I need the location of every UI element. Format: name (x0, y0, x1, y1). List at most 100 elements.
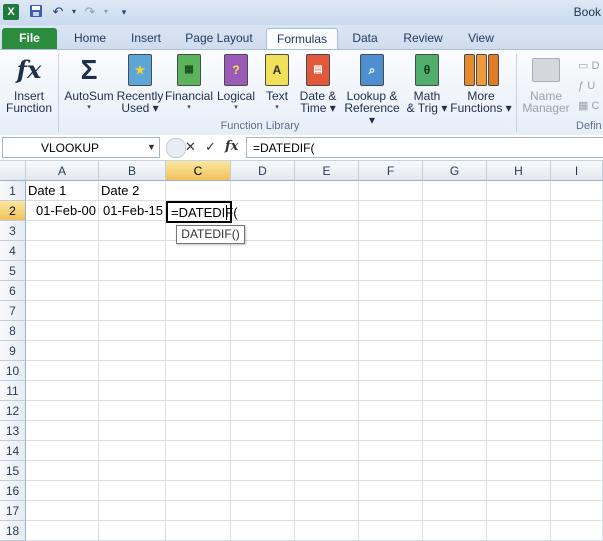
grid-cell[interactable] (295, 181, 359, 201)
row-header-5[interactable]: 5 (0, 261, 26, 281)
grid-cell[interactable] (487, 381, 551, 401)
grid-cell[interactable] (99, 521, 166, 541)
grid-cell[interactable] (551, 281, 603, 301)
redo-dropdown-icon[interactable]: ▾ (98, 4, 114, 20)
tab-data[interactable]: Data (344, 28, 386, 49)
tab-view[interactable]: View (458, 28, 504, 49)
row-header-3[interactable]: 3 (0, 221, 26, 241)
active-cell-c2[interactable]: =DATEDIF( (166, 201, 238, 223)
grid-cell[interactable] (231, 421, 295, 441)
grid-cell[interactable] (231, 261, 295, 281)
grid-cell[interactable] (231, 481, 295, 501)
column-header-h[interactable]: H (487, 161, 551, 181)
grid-cell[interactable] (99, 481, 166, 501)
grid-cell[interactable] (359, 281, 423, 301)
grid-cell[interactable] (26, 481, 99, 501)
grid-cell[interactable] (295, 261, 359, 281)
grid-cell[interactable] (423, 241, 487, 261)
grid-cell[interactable] (166, 321, 231, 341)
row-header-16[interactable]: 16 (0, 481, 26, 501)
row-header-14[interactable]: 14 (0, 441, 26, 461)
grid-cell[interactable] (26, 401, 99, 421)
grid-cell[interactable] (99, 421, 166, 441)
grid-cell[interactable] (551, 341, 603, 361)
grid-cell[interactable] (359, 341, 423, 361)
grid-cell[interactable] (423, 201, 487, 221)
grid-cell[interactable] (423, 481, 487, 501)
grid-cell[interactable] (99, 381, 166, 401)
row-header-4[interactable]: 4 (0, 241, 26, 261)
row-header-15[interactable]: 15 (0, 461, 26, 481)
logical-button[interactable]: ? Logical ▾ (214, 54, 258, 114)
grid-cell[interactable] (487, 241, 551, 261)
grid-cell[interactable] (295, 521, 359, 541)
grid-cell[interactable] (99, 401, 166, 421)
insert-function-icon[interactable]: fx (225, 139, 238, 154)
grid-cell[interactable] (295, 441, 359, 461)
grid-cell[interactable] (423, 221, 487, 241)
grid-cell[interactable] (99, 361, 166, 381)
grid-cell[interactable] (295, 201, 359, 221)
grid-cell[interactable] (359, 321, 423, 341)
grid-cell[interactable] (231, 501, 295, 521)
grid-cell[interactable] (295, 241, 359, 261)
grid-cell[interactable] (99, 301, 166, 321)
select-all-corner[interactable] (0, 161, 26, 181)
grid-cell[interactable] (26, 441, 99, 461)
cell-a1[interactable]: Date 1 (26, 181, 99, 201)
cell-b2[interactable]: 01-Feb-15 (99, 201, 166, 221)
grid-cell[interactable] (487, 361, 551, 381)
column-header-e[interactable]: E (295, 161, 359, 181)
grid-cell[interactable] (26, 421, 99, 441)
grid-cell[interactable] (295, 501, 359, 521)
grid-cell[interactable] (166, 281, 231, 301)
cell-b1[interactable]: Date 2 (99, 181, 166, 201)
grid-cell[interactable] (295, 401, 359, 421)
grid-cell[interactable] (359, 301, 423, 321)
grid-cell[interactable] (423, 381, 487, 401)
row-header-11[interactable]: 11 (0, 381, 26, 401)
grid-cell[interactable] (231, 301, 295, 321)
grid-cell[interactable] (166, 461, 231, 481)
grid-cell[interactable] (551, 321, 603, 341)
undo-dropdown-icon[interactable]: ▾ (66, 4, 82, 20)
excel-icon[interactable]: X (3, 4, 19, 20)
tab-home[interactable]: Home (66, 28, 114, 49)
grid-cell[interactable] (166, 301, 231, 321)
row-header-13[interactable]: 13 (0, 421, 26, 441)
grid-cell[interactable] (551, 241, 603, 261)
grid-cell[interactable] (99, 501, 166, 521)
column-header-d[interactable]: D (231, 161, 295, 181)
grid-cell[interactable] (26, 341, 99, 361)
grid-cell[interactable] (359, 241, 423, 261)
grid-cell[interactable] (295, 461, 359, 481)
tab-formulas[interactable]: Formulas (266, 28, 338, 50)
text-button[interactable]: A Text ▾ (258, 54, 296, 114)
grid-cell[interactable] (423, 421, 487, 441)
grid-cell[interactable] (26, 521, 99, 541)
cancel-icon[interactable]: ✕ (185, 139, 196, 155)
row-header-1[interactable]: 1 (0, 181, 26, 201)
grid-cell[interactable] (487, 401, 551, 421)
grid-cell[interactable] (487, 521, 551, 541)
grid-cell[interactable] (551, 301, 603, 321)
grid-cell[interactable] (295, 481, 359, 501)
grid-cell[interactable] (99, 441, 166, 461)
grid-cell[interactable] (166, 241, 231, 261)
grid-cell[interactable] (99, 341, 166, 361)
grid-cell[interactable] (295, 421, 359, 441)
grid-cell[interactable] (166, 401, 231, 421)
recently-used-button[interactable]: ★ Recently Used ▾ (116, 54, 164, 114)
grid-cell[interactable] (26, 461, 99, 481)
tab-review[interactable]: Review (396, 28, 450, 49)
grid-cell[interactable] (551, 461, 603, 481)
grid-cell[interactable] (423, 341, 487, 361)
grid-cell[interactable] (26, 281, 99, 301)
grid-cell[interactable] (423, 521, 487, 541)
grid-cell[interactable] (423, 361, 487, 381)
grid-cell[interactable] (487, 281, 551, 301)
grid-cell[interactable] (26, 221, 99, 241)
grid-cell[interactable] (359, 461, 423, 481)
grid-cell[interactable] (166, 181, 231, 201)
grid-cell[interactable] (166, 441, 231, 461)
